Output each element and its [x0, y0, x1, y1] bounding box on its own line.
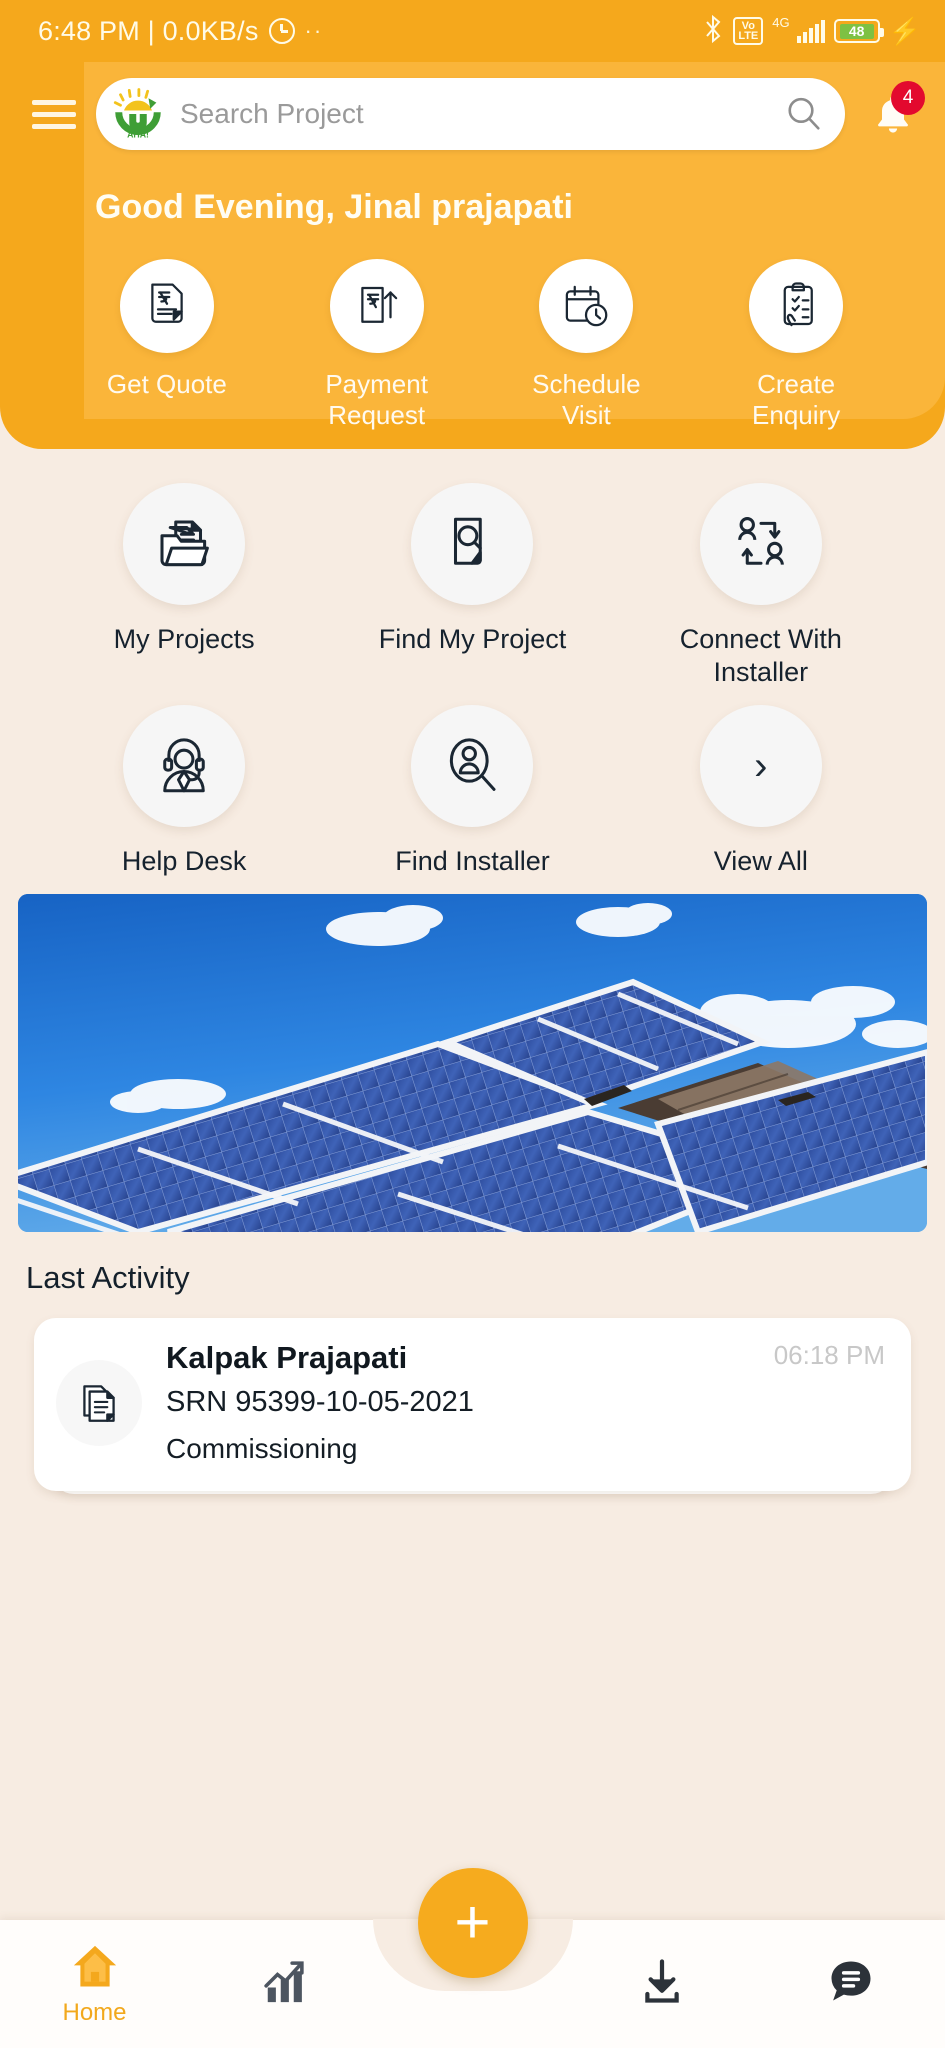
calendar-clock-icon	[539, 259, 634, 353]
last-activity-list: Kalpak Prajapati 06:18 PM SRN 95399-10-0…	[34, 1318, 911, 1494]
analytics-chart-icon	[258, 1955, 310, 2007]
charging-bolt-icon: ⚡	[888, 15, 921, 46]
documents-icon	[56, 1359, 142, 1446]
more-notifications-dots: ··	[304, 18, 324, 43]
quick-actions-row: Get Quote Payment Request Schedule Visit…	[0, 227, 945, 431]
quick-action-label: Payment Request	[325, 369, 428, 430]
activity-srn: SRN 95399-10-05-2021	[166, 1386, 474, 1418]
activity-time: 06:18 PM	[773, 1340, 885, 1370]
rupee-upload-icon	[329, 259, 424, 353]
notifications-button[interactable]: 4	[863, 81, 925, 145]
quick-action-create-enquiry[interactable]: Create Enquiry	[691, 259, 901, 431]
shortcut-label: Find My Project	[378, 624, 567, 654]
shortcut-label: Connect With Installer	[679, 624, 842, 687]
network-type-label: 4G	[772, 14, 790, 30]
app-header: AHA! Search Project 4 Good Evening, Jina…	[0, 62, 945, 449]
quick-action-payment-request[interactable]: Payment Request	[272, 259, 482, 431]
nav-item-downloads[interactable]	[567, 1955, 756, 2013]
volte-icon: Vo LTE	[733, 17, 764, 45]
greeting-text: Good Evening, Jinal prajapati	[95, 188, 573, 226]
activity-customer-name: Kalpak Prajapati	[166, 1340, 408, 1375]
shortcut-label: Help Desk	[121, 846, 247, 876]
add-icon: +	[454, 1888, 491, 1957]
quick-action-label: Get Quote	[106, 369, 227, 399]
signal-bars-icon	[796, 19, 825, 43]
notification-badge: 4	[891, 81, 925, 115]
activity-stage: Commissioning	[166, 1433, 358, 1464]
chevron-right-icon: ›	[699, 705, 822, 827]
folder-documents-icon	[123, 483, 246, 605]
battery-percent: 48	[839, 23, 874, 39]
headset-agent-icon	[123, 705, 246, 827]
quick-action-label: Schedule Visit	[532, 369, 641, 430]
person-search-icon	[411, 705, 534, 827]
nav-item-home[interactable]: Home	[0, 1941, 189, 2027]
document-search-icon	[411, 483, 534, 605]
alarm-icon	[268, 18, 295, 44]
shortcut-label: View All	[713, 846, 808, 876]
chat-bubble-icon	[825, 1955, 877, 2007]
nav-item-chat[interactable]	[756, 1955, 945, 2013]
status-bar: 6:48 PM | 0.0KB/s ·· Vo LTE 4G 48 ⚡	[0, 0, 945, 62]
rupee-document-icon	[119, 259, 214, 353]
shortcut-my-projects[interactable]: My Projects	[40, 483, 328, 689]
shortcut-find-my-project[interactable]: Find My Project	[328, 483, 616, 689]
home-icon	[69, 1941, 121, 1993]
svg-text:AHA!: AHA!	[127, 130, 149, 140]
search-input[interactable]: Search Project	[180, 98, 771, 130]
shortcut-label: My Projects	[113, 624, 255, 654]
status-time-and-speed: 6:48 PM | 0.0KB/s	[38, 15, 259, 46]
clipboard-checklist-icon	[749, 259, 844, 353]
solar-panels-photo	[18, 894, 927, 1232]
people-connect-icon	[699, 483, 822, 605]
download-icon	[636, 1955, 688, 2007]
hero-banner-image[interactable]	[18, 894, 927, 1232]
shortcut-help-desk[interactable]: Help Desk	[40, 705, 328, 878]
battery-icon: 48	[833, 19, 884, 43]
add-fab-button[interactable]: +	[417, 1868, 528, 1978]
activity-details: Kalpak Prajapati 06:18 PM SRN 95399-10-0…	[166, 1340, 885, 1465]
bluetooth-icon	[702, 14, 724, 48]
activity-card[interactable]: Kalpak Prajapati 06:18 PM SRN 95399-10-0…	[34, 1318, 911, 1491]
quick-action-label: Create Enquiry	[752, 369, 841, 430]
shortcut-find-installer[interactable]: Find Installer	[328, 705, 616, 878]
header-topbar: AHA! Search Project 4	[0, 62, 945, 150]
shortcut-grid-row-1: My Projects Find My Project Connect With…	[40, 483, 905, 689]
last-activity-title: Last Activity	[26, 1260, 190, 1295]
shortcut-label: Find Installer	[395, 846, 550, 876]
quick-action-get-quote[interactable]: Get Quote	[62, 259, 272, 431]
shortcut-grid-row-2: Help Desk Find Installer › View All	[40, 705, 905, 878]
app-logo-icon: AHA!	[110, 86, 166, 142]
status-bar-right: Vo LTE 4G 48 ⚡	[702, 14, 921, 48]
status-bar-left: 6:48 PM | 0.0KB/s ··	[38, 16, 323, 47]
hamburger-menu-icon[interactable]	[30, 94, 78, 135]
shortcut-grid: My Projects Find My Project Connect With…	[0, 449, 945, 878]
nav-item-label: Home	[62, 1999, 127, 2026]
search-icon[interactable]	[785, 95, 823, 133]
quick-action-schedule-visit[interactable]: Schedule Visit	[482, 259, 692, 431]
shortcut-view-all[interactable]: › View All	[617, 705, 905, 878]
chevron-glyph: ›	[754, 744, 768, 788]
nav-item-analytics[interactable]	[189, 1955, 378, 2013]
shortcut-connect-with-installer[interactable]: Connect With Installer	[617, 483, 905, 689]
search-bar[interactable]: AHA! Search Project	[96, 78, 845, 150]
